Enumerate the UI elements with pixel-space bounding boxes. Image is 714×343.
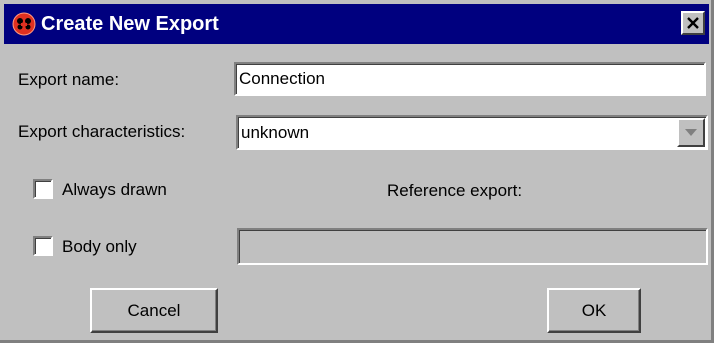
reference-export-input[interactable] (239, 230, 706, 263)
create-new-export-dialog: Create New Export Export name: Export ch… (0, 0, 714, 343)
always-drawn-checkbox[interactable] (33, 179, 53, 199)
close-x-icon (687, 17, 699, 29)
title-bar[interactable]: Create New Export (4, 4, 709, 44)
export-name-input[interactable] (236, 64, 704, 94)
always-drawn-label: Always drawn (62, 180, 167, 199)
cancel-button[interactable]: Cancel (90, 288, 218, 333)
reference-export-field[interactable] (237, 228, 708, 265)
window-title: Create New Export (41, 13, 219, 35)
app-icon (12, 12, 36, 36)
close-button[interactable] (681, 11, 705, 35)
body-only-checkbox[interactable] (33, 236, 53, 256)
export-name-field[interactable] (234, 62, 706, 96)
export-name-label: Export name: (18, 70, 120, 89)
dropdown-button[interactable] (677, 118, 705, 147)
export-characteristics-select[interactable]: unknown (236, 115, 708, 150)
ok-button[interactable]: OK (547, 288, 641, 333)
reference-export-label: Reference export: (387, 181, 523, 200)
export-characteristics-value: unknown (241, 123, 310, 142)
export-characteristics-label: Export characteristics: (18, 122, 186, 141)
body-only-label: Body only (62, 237, 137, 256)
chevron-down-icon (685, 129, 697, 136)
